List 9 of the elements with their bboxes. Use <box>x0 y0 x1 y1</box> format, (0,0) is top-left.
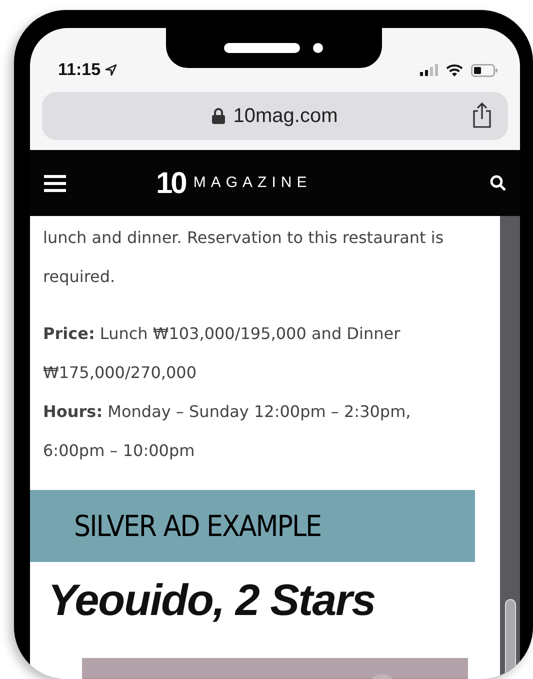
logo-text: MAGAZINE <box>193 172 312 193</box>
logo-mark: 10 <box>156 166 186 202</box>
article-heading: Yeouido, 2 Stars <box>48 575 376 627</box>
ad-banner[interactable]: SILVER AD EXAMPLE <box>30 490 475 562</box>
body-paragraph: lunch and dinner. Reservation to this restaurant is required. <box>42 227 445 288</box>
url-text: 10mag.com <box>233 104 338 129</box>
address-bar[interactable]: 10mag.com <box>42 92 508 140</box>
body-paragraph: Price: Lunch ₩103,000/195,000 and Dinner ₩175,000/270,000 Hours: Monday – Sunday 12:00pm – 2:30pm, 6:00pm – 10:00pm <box>42 323 412 462</box>
status-time: 11:15 <box>58 59 101 82</box>
